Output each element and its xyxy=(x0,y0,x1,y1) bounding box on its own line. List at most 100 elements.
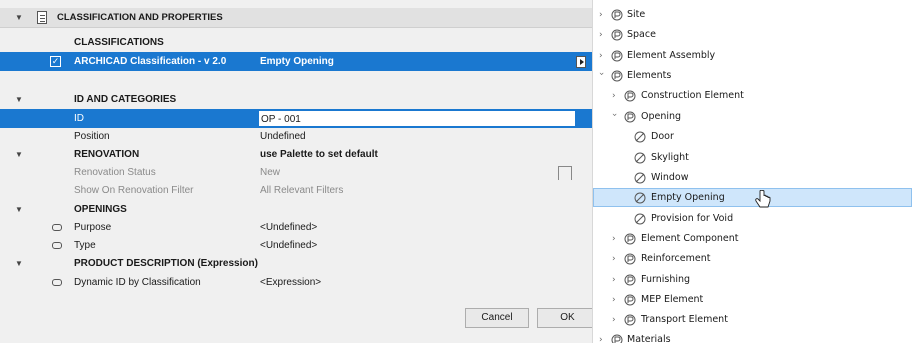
tree-item-element-assembly[interactable]: › Element Assembly xyxy=(593,46,912,65)
chevron-right-icon[interactable]: › xyxy=(612,234,620,244)
tree-item-provision-for-void[interactable]: Provision for Void xyxy=(593,209,912,228)
position-label: Position xyxy=(74,131,110,142)
show-filter-row: Show On Renovation Filter All Relevant F… xyxy=(0,181,592,200)
section-renovation[interactable]: ▼ RENOVATION use Palette to set default xyxy=(0,145,592,164)
id-label: ID xyxy=(74,113,84,124)
panel-header[interactable]: ▼ CLASSIFICATION AND PROPERTIES xyxy=(0,8,592,28)
collapse-caret-icon[interactable]: ▼ xyxy=(15,95,23,104)
class-icon xyxy=(611,50,623,61)
section-openings[interactable]: ▼ OPENINGS xyxy=(0,200,592,219)
position-row[interactable]: Position Undefined xyxy=(0,127,592,146)
classification-picker-icon[interactable] xyxy=(576,55,586,68)
class-icon xyxy=(624,294,636,305)
link-icon xyxy=(52,242,62,249)
section-label: RENOVATION xyxy=(74,149,140,160)
class-icon xyxy=(624,314,636,325)
type-row[interactable]: Type <Undefined> xyxy=(0,236,592,255)
tree-item-transport-element[interactable]: › Transport Element xyxy=(593,310,912,329)
dynamic-id-row[interactable]: Dynamic ID by Classification <Expression… xyxy=(0,273,592,292)
tree-item-skylight[interactable]: Skylight xyxy=(593,148,912,167)
tree-item-label: Opening xyxy=(641,111,682,122)
purpose-row[interactable]: Purpose <Undefined> xyxy=(0,218,592,237)
chevron-right-icon[interactable]: › xyxy=(612,275,620,285)
classification-value[interactable]: Empty Opening xyxy=(260,56,334,67)
ok-button[interactable]: OK xyxy=(537,308,597,328)
id-row-end xyxy=(576,109,592,128)
chevron-down-icon[interactable]: › xyxy=(596,72,606,80)
tree-item-reinforcement[interactable]: › Reinforcement xyxy=(593,249,912,268)
class-icon xyxy=(624,253,636,264)
tree-item-label: Transport Element xyxy=(641,314,728,325)
class-icon xyxy=(611,334,623,343)
chevron-right-icon[interactable]: › xyxy=(612,315,620,325)
type-value[interactable]: <Undefined> xyxy=(260,240,317,251)
tree-item-label: MEP Element xyxy=(641,294,704,305)
show-filter-label: Show On Renovation Filter xyxy=(74,185,194,196)
tree-item-label: Empty Opening xyxy=(651,192,725,203)
class-icon xyxy=(611,9,623,20)
class-icon xyxy=(611,70,623,81)
class-icon xyxy=(624,233,636,244)
chevron-right-icon[interactable]: › xyxy=(599,30,607,40)
chevron-right-icon[interactable]: › xyxy=(612,295,620,305)
chevron-right-icon[interactable]: › xyxy=(612,254,620,264)
section-product[interactable]: ▼ PRODUCT DESCRIPTION (Expression) xyxy=(0,254,592,273)
classification-tree: › Site › Space › Element Assembly › Elem… xyxy=(593,0,912,343)
collapse-caret-icon[interactable]: ▼ xyxy=(15,150,23,159)
section-id-categories[interactable]: ▼ ID AND CATEGORIES xyxy=(0,90,592,109)
class-icon xyxy=(624,111,636,122)
classification-row[interactable]: ✓ ARCHICAD Classification - v 2.0 Empty … xyxy=(0,52,592,71)
type-label: Type xyxy=(74,240,96,251)
id-field[interactable]: OP - 001 xyxy=(258,110,576,127)
classification-system: ARCHICAD Classification - v 2.0 xyxy=(74,56,227,67)
position-value[interactable]: Undefined xyxy=(260,131,306,142)
tree-item-empty-opening[interactable]: Empty Opening xyxy=(593,188,912,207)
tree-item-label: Materials xyxy=(627,334,671,343)
class-icon xyxy=(624,274,636,285)
tree-item-mep-element[interactable]: › MEP Element xyxy=(593,290,912,309)
purpose-label: Purpose xyxy=(74,222,112,233)
chevron-right-icon[interactable]: › xyxy=(599,51,607,61)
collapse-caret-icon[interactable]: ▼ xyxy=(15,205,23,214)
tree-item-elements[interactable]: › Elements xyxy=(593,66,912,85)
chevron-right-icon[interactable]: › xyxy=(599,10,607,20)
id-row[interactable]: ID OP - 001 xyxy=(0,109,592,128)
tree-item-label: Door xyxy=(651,131,674,142)
tree-item-opening[interactable]: › Opening xyxy=(593,107,912,126)
cancel-button[interactable]: Cancel xyxy=(465,308,529,328)
tree-item-label: Element Component xyxy=(641,233,739,244)
show-filter-value: All Relevant Filters xyxy=(260,185,344,196)
dynamic-id-value[interactable]: <Expression> xyxy=(260,277,321,288)
tree-item-label: Window xyxy=(651,172,689,183)
tree-item-window[interactable]: Window xyxy=(593,168,912,187)
tree-item-label: Provision for Void xyxy=(651,213,734,224)
tree-item-element-component[interactable]: › Element Component xyxy=(593,229,912,248)
chevron-down-icon[interactable]: › xyxy=(609,113,619,121)
checkbox-checked-icon[interactable]: ✓ xyxy=(50,56,61,67)
chevron-right-icon[interactable]: › xyxy=(599,335,607,343)
class-icon xyxy=(624,90,636,101)
tree-item-site[interactable]: › Site xyxy=(593,5,912,24)
renovation-status-label: Renovation Status xyxy=(74,167,156,178)
tree-item-furnishing[interactable]: › Furnishing xyxy=(593,270,912,289)
tree-item-construction-element[interactable]: › Construction Element xyxy=(593,86,912,105)
collapse-caret-icon[interactable]: ▼ xyxy=(15,259,23,268)
section-label: PRODUCT DESCRIPTION (Expression) xyxy=(74,258,258,269)
tree-item-materials[interactable]: › Materials xyxy=(593,330,912,343)
renovation-default: use Palette to set default xyxy=(260,149,378,160)
tree-item-space[interactable]: › Space xyxy=(593,25,912,44)
renovation-icon xyxy=(558,165,572,180)
properties-panel: ▼ CLASSIFICATION AND PROPERTIES CLASSIFI… xyxy=(0,0,597,343)
class-leaf-icon xyxy=(634,152,646,163)
tree-item-label: Construction Element xyxy=(641,90,744,101)
tree-item-door[interactable]: Door xyxy=(593,127,912,146)
purpose-value[interactable]: <Undefined> xyxy=(260,222,317,233)
collapse-caret-icon[interactable]: ▼ xyxy=(15,13,23,22)
chevron-right-icon[interactable]: › xyxy=(612,91,620,101)
link-icon xyxy=(52,279,62,286)
section-label: OPENINGS xyxy=(74,204,127,215)
renovation-status-value: New xyxy=(260,167,281,178)
tree-item-label: Skylight xyxy=(651,152,689,163)
link-icon xyxy=(52,224,62,231)
tree-item-label: Reinforcement xyxy=(641,253,711,264)
